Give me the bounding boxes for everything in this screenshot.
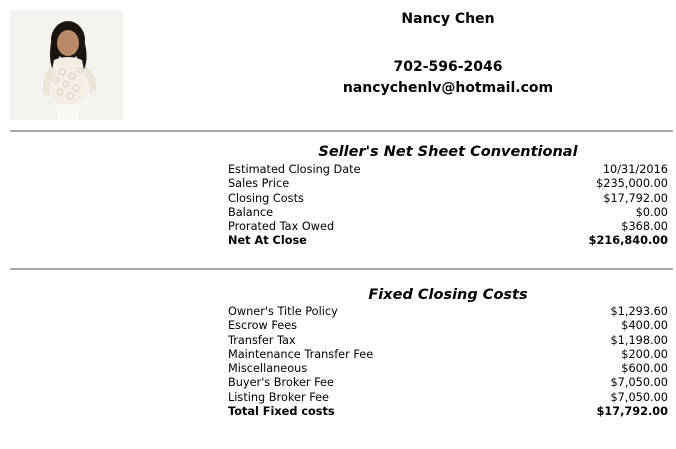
row-value: $216,840.00 — [588, 234, 668, 248]
row-value: $368.00 — [621, 220, 668, 234]
net-sheet-row: Prorated Tax Owed $368.00 — [228, 220, 668, 234]
row-value: $1,198.00 — [610, 333, 669, 347]
row-value: 10/31/2016 — [602, 163, 668, 176]
row-label: Owner's Title Policy — [228, 305, 338, 318]
net-sheet-row: Sales Price $235,000.00 — [228, 177, 668, 191]
row-label: Balance — [228, 205, 274, 219]
row-value: $7,050.00 — [610, 376, 669, 390]
row-label: Transfer Tax — [228, 333, 296, 347]
agent-phone: 702-596-2046 — [393, 59, 503, 75]
net-at-close-row: Net At Close $216,840.00 — [228, 234, 668, 248]
row-label: Buyer's Broker Fee — [228, 376, 334, 390]
agent-email: nancychenlv@hotmail.com — [342, 80, 554, 96]
row-value: $1,293.60 — [610, 305, 669, 318]
row-value: $600.00 — [621, 362, 668, 376]
row-label: Escrow Fees — [228, 319, 298, 333]
fixed-cost-row: Miscellaneous $600.00 — [228, 362, 668, 376]
row-label: Prorated Tax Owed — [228, 220, 335, 234]
fixed-cost-row: Buyer's Broker Fee $7,050.00 — [228, 376, 668, 390]
net-sheet-row: Estimated Closing Date 10/31/2016 — [228, 163, 668, 177]
row-label: Estimated Closing Date — [228, 163, 361, 176]
agent-name: Nancy Chen — [401, 11, 495, 27]
row-label: Miscellaneous — [228, 362, 308, 376]
row-value: $400.00 — [621, 319, 668, 333]
header-divider — [10, 130, 673, 132]
total-fixed-costs-row: Total Fixed costs $17,792.00 — [228, 405, 668, 419]
fixed-cost-row: Escrow Fees $400.00 — [228, 319, 668, 333]
net-sheet-row: Balance $0.00 — [228, 206, 668, 220]
row-value: $0.00 — [635, 205, 668, 219]
net-sheet-table: Estimated Closing Date 10/31/2016 Sales … — [228, 163, 668, 249]
row-label: Maintenance Transfer Fee — [228, 347, 374, 361]
fixed-cost-row: Transfer Tax $1,198.00 — [228, 334, 668, 348]
row-label: Listing Broker Fee — [228, 390, 329, 404]
row-value: $17,792.00 — [596, 405, 668, 419]
fixed-cost-row: Maintenance Transfer Fee $200.00 — [228, 348, 668, 362]
row-value: $235,000.00 — [596, 177, 668, 191]
fixed-cost-row: Listing Broker Fee $7,050.00 — [228, 391, 668, 405]
agent-photo — [10, 10, 123, 120]
row-value: $200.00 — [621, 347, 668, 361]
fixed-costs-table: Owner's Title Policy $1,293.60 Escrow Fe… — [228, 305, 668, 419]
net-sheet-title: Seller's Net Sheet Conventional — [318, 144, 578, 160]
fixed-cost-row: Owner's Title Policy $1,293.60 — [228, 305, 668, 319]
net-sheet-row: Closing Costs $17,792.00 — [228, 192, 668, 206]
row-value: $17,792.00 — [603, 191, 668, 205]
row-label: Sales Price — [228, 177, 290, 191]
row-label: Total Fixed costs — [228, 405, 335, 419]
row-label: Net At Close — [228, 234, 307, 248]
row-label: Closing Costs — [228, 191, 304, 205]
section-divider — [10, 268, 673, 270]
fixed-costs-title: Fixed Closing Costs — [368, 287, 528, 303]
row-value: $7,050.00 — [610, 390, 669, 404]
